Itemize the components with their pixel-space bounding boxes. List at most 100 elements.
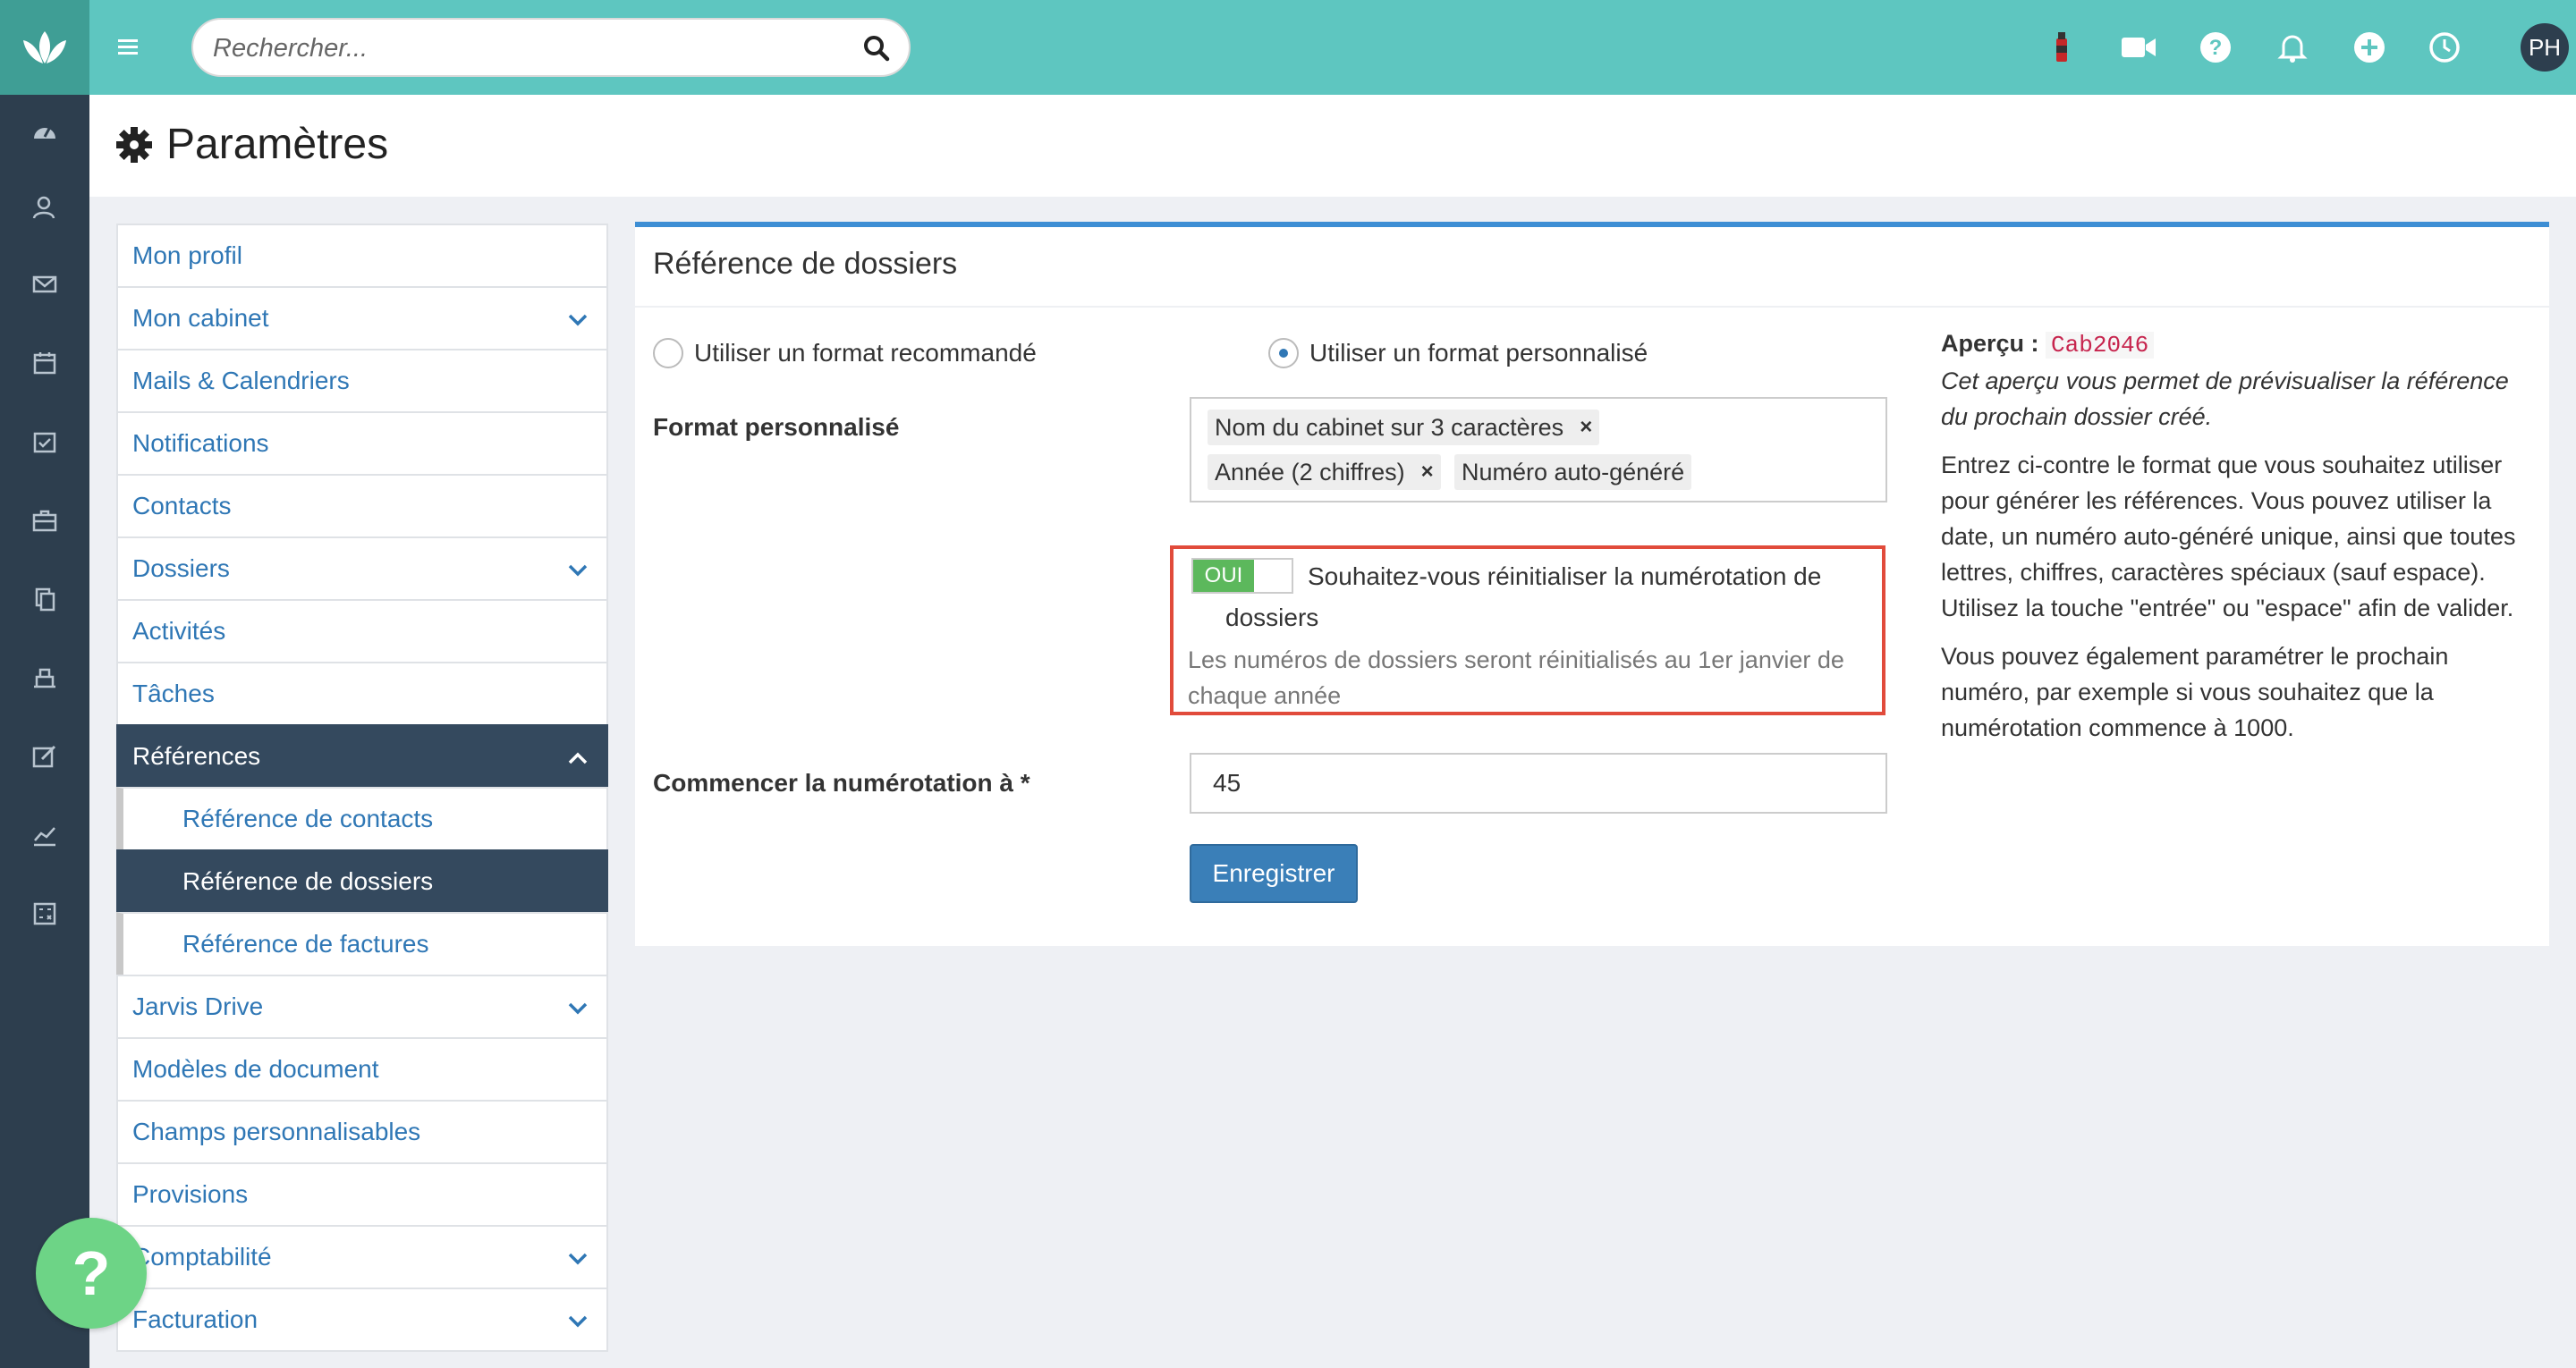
menu-item-mon-cabinet[interactable]: Mon cabinet [116, 286, 608, 350]
chevron-down-icon [568, 1253, 588, 1265]
radio-button-selected[interactable] [1268, 338, 1299, 368]
logo-icon [23, 31, 66, 63]
panel-title: Référence de dossiers [653, 247, 958, 281]
menu-label: Activités [132, 617, 226, 645]
page-title: Paramètres [166, 121, 389, 168]
video-icon[interactable] [2118, 27, 2159, 68]
help-text-next-number: Vous pouvez également paramétrer le proc… [1941, 643, 2449, 741]
search-icon[interactable] [860, 32, 893, 64]
chevron-down-icon [568, 1315, 588, 1328]
format-tag: Nom du cabinet sur 3 caractères × [1208, 410, 1600, 445]
help-aside: Aperçu : Cab2046 Cet aperçu vous permet … [1941, 325, 2540, 758]
billing-icon[interactable] [27, 660, 63, 696]
menu-label: Champs personnalisables [132, 1118, 421, 1145]
menu-item-activites[interactable]: Activités [116, 599, 608, 663]
chevron-down-icon [568, 564, 588, 577]
menu-label: Dossiers [132, 554, 230, 582]
menu-item-modeles-document[interactable]: Modèles de document [116, 1037, 608, 1102]
bottle-icon[interactable] [2041, 27, 2082, 68]
menu-toggle-icon[interactable] [113, 32, 145, 63]
menu-item-notifications[interactable]: Notifications [116, 411, 608, 476]
menu-label: Provisions [132, 1180, 249, 1208]
menu-item-mon-profil[interactable]: Mon profil [116, 224, 608, 288]
help-text-validate: Utilisez la touche "entrée" ou "espace" … [1941, 595, 2514, 621]
help-chat-button[interactable]: ? [36, 1218, 147, 1329]
reset-hint: Les numéros de dossiers seront réinitial… [1188, 646, 1844, 709]
radio-button[interactable] [653, 338, 683, 368]
gear-icon [114, 125, 154, 165]
help-icon[interactable]: ? [2195, 27, 2236, 68]
dashboard-icon[interactable] [27, 114, 63, 150]
format-tag: Numéro auto-généré [1454, 454, 1692, 490]
stats-icon[interactable] [27, 817, 63, 853]
menu-label: Notifications [132, 429, 269, 457]
search-input[interactable] [213, 29, 839, 68]
contacts-icon[interactable] [27, 190, 63, 225]
menu-item-jarvis-drive[interactable]: Jarvis Drive [116, 975, 608, 1039]
radio-recommended-format[interactable]: Utiliser un format recommandé [653, 338, 1037, 368]
briefcase-icon[interactable] [27, 502, 63, 538]
mail-icon[interactable] [27, 266, 63, 302]
bell-icon[interactable] [2272, 27, 2313, 68]
svg-text:?: ? [2209, 36, 2223, 60]
clock-icon[interactable] [2424, 27, 2465, 68]
preview-description: Cet aperçu vous permet de prévisualiser … [1941, 367, 2509, 430]
format-tags-input[interactable]: Nom du cabinet sur 3 caractères × Année … [1190, 397, 1887, 502]
menu-label: Contacts [132, 492, 232, 519]
menu-label: Référence de dossiers [182, 867, 434, 895]
format-tag: Année (2 chiffres) × [1208, 454, 1441, 490]
app-logo[interactable] [0, 0, 89, 95]
menu-label: Références [132, 742, 261, 770]
menu-item-reference-factures[interactable]: Référence de factures [116, 912, 608, 976]
search-box [191, 18, 911, 77]
add-icon[interactable] [2349, 27, 2390, 68]
menu-label: Référence de contacts [182, 805, 434, 832]
menu-label: Jarvis Drive [132, 992, 264, 1020]
calendar-icon[interactable] [27, 345, 63, 381]
save-button[interactable]: Enregistrer [1190, 844, 1358, 903]
tasks-icon[interactable] [27, 424, 63, 460]
user-avatar[interactable]: PH [2521, 23, 2569, 72]
menu-label: Mon cabinet [132, 304, 269, 332]
references-panel: Référence de dossiers Utiliser un format… [635, 222, 2549, 946]
menu-item-mails-calendriers[interactable]: Mails & Calendriers [116, 349, 608, 413]
menu-item-contacts[interactable]: Contacts [116, 474, 608, 538]
menu-item-reference-dossiers[interactable]: Référence de dossiers [116, 849, 608, 914]
menu-item-comptabilite[interactable]: Comptabilité [116, 1225, 608, 1289]
menu-item-provisions[interactable]: Provisions [116, 1162, 608, 1227]
radio-label: Utiliser un format recommandé [694, 339, 1037, 367]
menu-item-references[interactable]: Références [116, 724, 608, 789]
menu-label: Mails & Calendriers [132, 367, 350, 394]
reset-numbering-box: OUI Souhaitez-vous réinitialiser la numé… [1170, 545, 1885, 715]
chevron-up-icon [568, 752, 588, 764]
start-number-input[interactable] [1190, 753, 1887, 814]
menu-label: Comptabilité [132, 1243, 272, 1271]
menu-label: Référence de factures [182, 930, 429, 958]
format-label: Format personnalisé [653, 413, 900, 441]
menu-item-dossiers[interactable]: Dossiers [116, 536, 608, 601]
edit-icon[interactable] [27, 739, 63, 774]
reset-question: Souhaitez-vous réinitialiser la numérota… [1225, 562, 1822, 631]
menu-item-champs-personnalisables[interactable]: Champs personnalisables [116, 1100, 608, 1164]
help-text-format: Entrez ci-contre le format que vous souh… [1941, 452, 2516, 586]
menu-label: Facturation [132, 1305, 258, 1333]
tag-label: Année (2 chiffres) [1215, 458, 1405, 486]
menu-item-reference-contacts[interactable]: Référence de contacts [116, 787, 608, 851]
menu-item-facturation[interactable]: Facturation [116, 1288, 608, 1352]
menu-label: Mon profil [132, 241, 242, 269]
chevron-down-icon [568, 314, 588, 326]
menu-item-taches[interactable]: Tâches [116, 662, 608, 726]
settings-menu: Mon profil Mon cabinet Mails & Calendrie… [116, 224, 608, 1368]
preview-value: Cab2046 [2046, 332, 2155, 359]
top-bar: ? PH [89, 0, 2576, 95]
preview-label: Aperçu : [1941, 330, 2039, 357]
tag-label: Numéro auto-généré [1462, 458, 1685, 486]
start-number-label: Commencer la numérotation à * [653, 769, 1030, 797]
tag-remove-icon[interactable]: × [1421, 460, 1434, 485]
radio-custom-format[interactable]: Utiliser un format personnalisé [1268, 338, 1648, 368]
tag-remove-icon[interactable]: × [1580, 415, 1592, 440]
documents-icon[interactable] [27, 581, 63, 617]
calculator-icon[interactable] [27, 896, 63, 932]
tag-label: Nom du cabinet sur 3 caractères [1215, 413, 1564, 441]
menu-label: Modèles de document [132, 1055, 379, 1083]
